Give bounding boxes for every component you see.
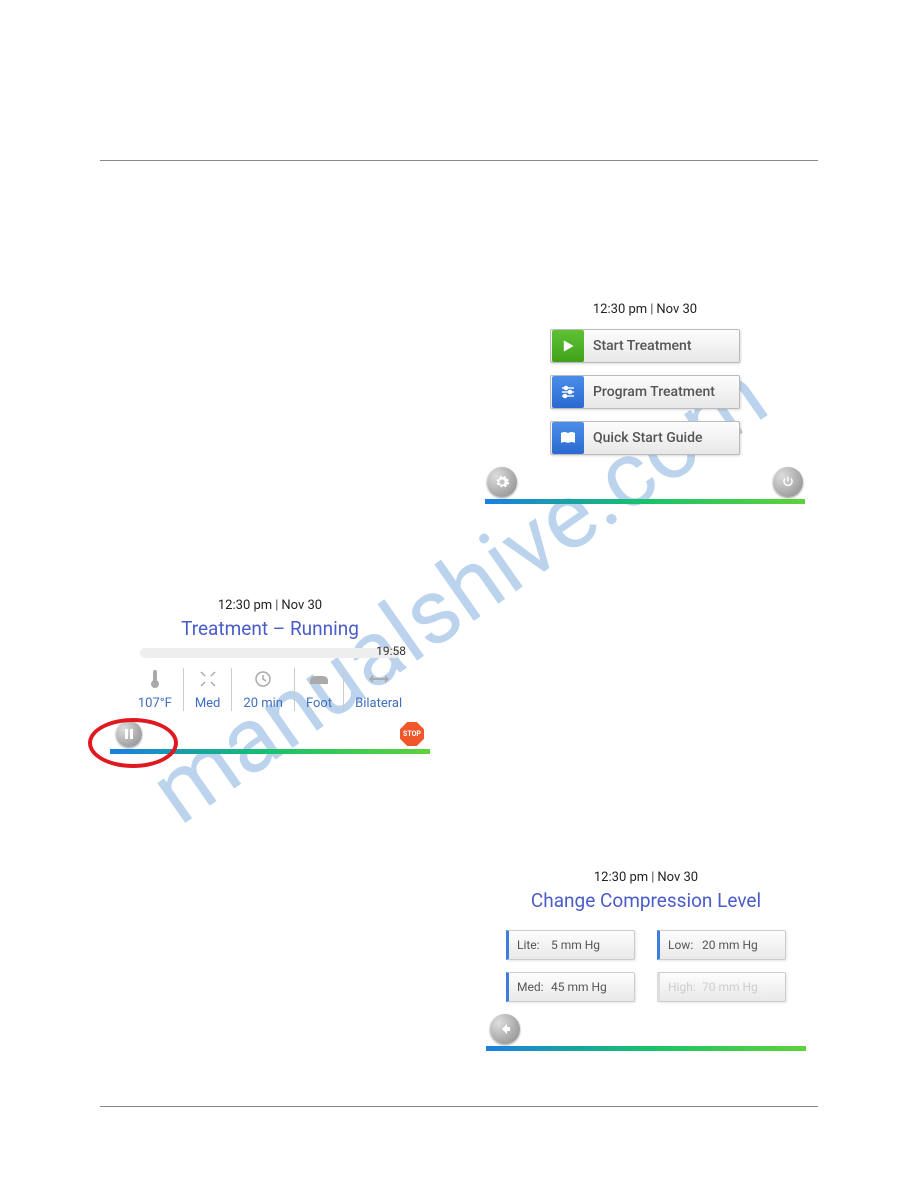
clock-date: Nov 30 (657, 870, 698, 885)
param-value: Med (195, 696, 221, 711)
clock-time: 12:30 pm (593, 302, 647, 317)
clock-date: Nov 30 (281, 598, 322, 613)
button-label: Program Treatment (593, 384, 715, 400)
highlight-circle (88, 718, 178, 768)
stop-button[interactable]: STOP (400, 722, 424, 746)
separator: | (650, 302, 653, 317)
compress-icon (199, 668, 217, 690)
option-name: Lite: (517, 938, 551, 952)
settings-button[interactable] (487, 467, 517, 497)
option-name: High: (668, 980, 702, 994)
play-icon (552, 330, 584, 362)
book-icon (552, 422, 584, 454)
treatment-running-panel: 12:30 pm|Nov 30 Treatment – Running 19:5… (110, 598, 430, 754)
power-icon (781, 475, 795, 489)
compression-option-high: High:70 mm Hg (657, 972, 786, 1002)
bilateral-icon (368, 668, 390, 690)
timestamp: 12:30 pm|Nov 30 (485, 302, 805, 317)
arrow-left-icon (498, 1022, 512, 1036)
button-label: Start Treatment (593, 338, 692, 354)
separator: | (651, 870, 654, 885)
option-value: 5 mm Hg (551, 938, 600, 952)
power-button[interactable] (773, 467, 803, 497)
page-rule-top (100, 160, 818, 161)
gradient-bar (485, 499, 805, 504)
param-value: Bilateral (355, 696, 402, 711)
param-compression[interactable]: Med (184, 668, 233, 711)
option-value: 20 mm Hg (702, 938, 758, 952)
param-value: 107°F (138, 696, 172, 711)
screen-title: Treatment – Running (110, 617, 430, 640)
elapsed-time: 19:58 (376, 644, 406, 658)
sliders-icon (552, 376, 584, 408)
option-name: Med: (517, 980, 551, 994)
param-value: 20 min (243, 696, 283, 711)
compression-option-med[interactable]: Med:45 mm Hg (506, 972, 635, 1002)
clock-time: 12:30 pm (218, 598, 272, 613)
button-label: Quick Start Guide (593, 430, 702, 446)
option-value: 45 mm Hg (551, 980, 607, 994)
program-treatment-button[interactable]: Program Treatment (550, 375, 740, 409)
compression-option-low[interactable]: Low:20 mm Hg (657, 930, 786, 960)
clock-icon (254, 668, 272, 690)
quick-start-button[interactable]: Quick Start Guide (550, 421, 740, 455)
separator: | (275, 598, 278, 613)
clock-date: Nov 30 (656, 302, 697, 317)
clock-time: 12:30 pm (594, 870, 648, 885)
param-mode[interactable]: Bilateral (344, 668, 413, 711)
parameter-row: 107°F Med 20 min Foot Bilateral (110, 668, 430, 711)
foot-icon (308, 668, 330, 690)
stop-label: STOP (403, 730, 421, 738)
thermometer-icon (149, 668, 161, 690)
page-rule-bottom (100, 1106, 818, 1107)
progress-bar: 19:58 (140, 648, 400, 658)
param-wrap[interactable]: Foot (295, 668, 344, 711)
home-menu-panel: 12:30 pm|Nov 30 Start Treatment Program … (485, 302, 805, 504)
param-temperature[interactable]: 107°F (127, 668, 184, 711)
option-name: Low: (668, 938, 702, 952)
timestamp: 12:30 pm|Nov 30 (486, 870, 806, 885)
back-button[interactable] (490, 1014, 520, 1044)
timestamp: 12:30 pm|Nov 30 (110, 598, 430, 613)
gear-icon (494, 474, 510, 490)
param-duration[interactable]: 20 min (232, 668, 295, 711)
param-value: Foot (306, 696, 332, 711)
compression-panel: 12:30 pm|Nov 30 Change Compression Level… (486, 870, 806, 1051)
gradient-bar (486, 1046, 806, 1051)
compression-option-lite[interactable]: Lite:5 mm Hg (506, 930, 635, 960)
screen-title: Change Compression Level (486, 889, 806, 912)
start-treatment-button[interactable]: Start Treatment (550, 329, 740, 363)
option-value: 70 mm Hg (702, 980, 758, 994)
